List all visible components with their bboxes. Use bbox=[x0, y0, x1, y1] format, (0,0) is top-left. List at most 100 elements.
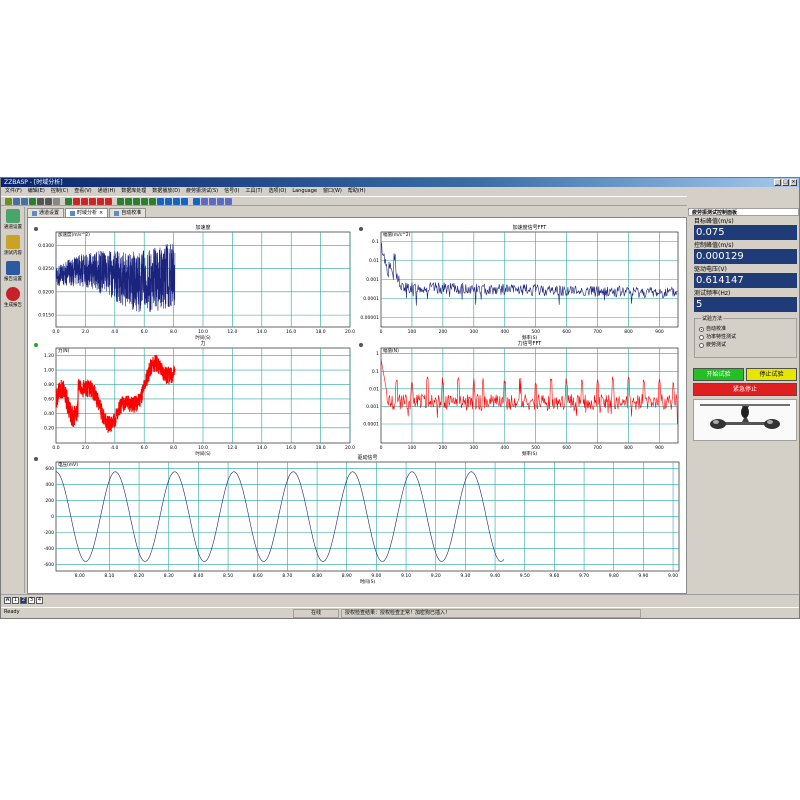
tab-channel-settings[interactable]: 通道设置 bbox=[27, 208, 65, 217]
x-tick-label: 6.0 bbox=[141, 329, 148, 335]
accel-fft-chart: 加速度信号FFT 幅值(m/s^2) 频率(S) 0 100 200 300 400 500 60… bbox=[359, 224, 679, 341]
toolbar-button[interactable] bbox=[97, 197, 104, 205]
accel-chart: 加速度加速度(m/s^2)时间(S)0.0 2.0 4.0 6.0 8.0 10.0 12.… bbox=[34, 224, 355, 341]
toolbar-button[interactable] bbox=[21, 197, 28, 205]
application-window: ZZBASP - [时域分析] _ □ × 文件(F) 编辑(E) 控制(C) … bbox=[0, 177, 800, 619]
toolbar-button[interactable] bbox=[65, 197, 72, 205]
method-fatigue-test-radio[interactable]: 疲劳测试 bbox=[695, 341, 796, 349]
toolbar-button[interactable] bbox=[37, 197, 44, 205]
toolbar-button[interactable] bbox=[117, 197, 124, 205]
x-tick-label: 8.30 bbox=[164, 573, 174, 579]
menu-item-tools[interactable]: 工具(T) bbox=[246, 187, 263, 196]
toolbar-button[interactable] bbox=[225, 197, 232, 205]
x-tick-label: 9.80 bbox=[609, 573, 619, 579]
toolbar-button[interactable] bbox=[173, 197, 180, 205]
tab-icon bbox=[32, 210, 37, 216]
toolbar-button[interactable] bbox=[5, 197, 12, 205]
x-tick-label: 8.60 bbox=[253, 573, 263, 579]
method-power-characteristic-radio[interactable]: 功率特性测试 bbox=[695, 333, 796, 341]
menu-item-signal[interactable]: 信号(I) bbox=[224, 187, 239, 196]
toolbar-button[interactable] bbox=[165, 197, 172, 205]
tab-time-domain[interactable]: 时域分析 × bbox=[65, 208, 109, 217]
x-tick-label: 14.0 bbox=[257, 329, 267, 335]
test-content-button[interactable]: 测试内容 bbox=[2, 235, 24, 259]
x-tick-label: 18.0 bbox=[316, 329, 326, 335]
page-tab-3[interactable]: 3 bbox=[28, 597, 35, 604]
channel-settings-button[interactable]: 通道设置 bbox=[2, 209, 24, 233]
y-tick-label: 0.0001 bbox=[363, 296, 379, 302]
test-frequency-value[interactable]: 5 bbox=[694, 297, 797, 312]
y-tick-label: 0.001 bbox=[366, 277, 379, 283]
x-tick-label: 9.60 bbox=[549, 573, 559, 579]
page-tab-4[interactable]: 4 bbox=[36, 597, 43, 604]
restore-button[interactable]: □ bbox=[782, 179, 789, 186]
x-tick-label: 6.0 bbox=[141, 445, 148, 451]
status-message: 授权检查结果：授权检查正常！加密狗已插入！ bbox=[341, 608, 641, 618]
menu-item-language[interactable]: Language bbox=[292, 187, 317, 196]
toolbar-button[interactable] bbox=[133, 197, 140, 205]
charts-canvas: 加速度加速度(m/s^2)时间(S)0.0 2.0 4.0 6.0 8.0 10.0 12.… bbox=[34, 224, 680, 585]
page-tab-1[interactable]: 1 bbox=[12, 597, 19, 604]
menu-item-database[interactable]: 数据库处理 bbox=[121, 187, 146, 196]
test-content-label: 测试内容 bbox=[4, 251, 22, 256]
toolbar-button[interactable] bbox=[105, 197, 112, 205]
y-tick-label: -400 bbox=[44, 546, 54, 552]
x-tick-label: 100 bbox=[408, 445, 417, 451]
menu-item-options[interactable]: 选项(O) bbox=[268, 187, 286, 196]
toolbar-button[interactable] bbox=[13, 197, 20, 205]
menu-item-help[interactable]: 帮助(H) bbox=[348, 187, 366, 196]
y-tick-label: 0 bbox=[51, 514, 54, 520]
toolbar-button[interactable] bbox=[73, 197, 80, 205]
generate-report-button[interactable]: 生成报告 bbox=[2, 287, 24, 311]
x-axis-label: 时间(S) bbox=[195, 450, 211, 457]
x-tick-label: 400 bbox=[500, 329, 509, 335]
tab-auto-calibration[interactable]: 自动校准 bbox=[109, 208, 147, 217]
menu-item-window[interactable]: 窗口(W) bbox=[323, 187, 342, 196]
minimize-button[interactable]: _ bbox=[774, 179, 781, 186]
x-tick-label: 400 bbox=[500, 445, 509, 451]
toolbar-button[interactable] bbox=[45, 197, 52, 205]
method-auto-calibration-radio[interactable]: 自动校准 bbox=[695, 325, 796, 333]
menu-item-view[interactable]: 查看(V) bbox=[74, 187, 91, 196]
toolbar-button[interactable] bbox=[141, 197, 148, 205]
target-peak-value[interactable]: 0.075 bbox=[694, 225, 797, 240]
toolbar-button[interactable] bbox=[217, 197, 224, 205]
report-settings-button[interactable]: 报告设置 bbox=[2, 261, 24, 285]
toolbar-button[interactable] bbox=[149, 197, 156, 205]
menu-item-channel[interactable]: 通道(H) bbox=[98, 187, 116, 196]
page-tab-a[interactable]: A bbox=[4, 597, 11, 604]
toolbar-button[interactable] bbox=[157, 197, 164, 205]
x-tick-label: 900 bbox=[655, 329, 664, 335]
report-settings-label: 报告设置 bbox=[4, 277, 22, 282]
toolbar-button[interactable] bbox=[29, 197, 36, 205]
toolbar-button[interactable] bbox=[209, 197, 216, 205]
y-tick-label: 0.80 bbox=[44, 382, 54, 388]
method-label: 自动校准 bbox=[706, 326, 727, 332]
chart-title: 力信号FFT bbox=[518, 340, 543, 347]
emergency-stop-button[interactable]: 紧急停止 bbox=[693, 383, 797, 396]
x-tick-label: 9.10 bbox=[401, 573, 411, 579]
menu-item-edit[interactable]: 编辑(E) bbox=[28, 187, 45, 196]
close-button[interactable]: × bbox=[790, 179, 797, 186]
start-test-button[interactable]: 开始试验 bbox=[693, 368, 744, 381]
toolbar-button[interactable] bbox=[89, 197, 96, 205]
menu-item-file[interactable]: 文件(F) bbox=[5, 187, 22, 196]
toolbar-button[interactable] bbox=[53, 197, 60, 205]
toolbar-button[interactable] bbox=[81, 197, 88, 205]
menu-item-playback[interactable]: 数据播放(D) bbox=[152, 187, 180, 196]
y-tick-label: 0.0200 bbox=[38, 289, 54, 295]
toolbar-button[interactable] bbox=[193, 197, 200, 205]
toolbar-button[interactable] bbox=[201, 197, 208, 205]
toolbar-button[interactable] bbox=[125, 197, 132, 205]
menu-item-control[interactable]: 控制(C) bbox=[51, 187, 68, 196]
toolbar-button[interactable] bbox=[181, 197, 188, 205]
x-tick-label: 800 bbox=[624, 329, 633, 335]
y-tick-label: 1 bbox=[376, 351, 379, 357]
side-panel-title: 疲劳振测试控制面板 bbox=[688, 208, 799, 216]
stop-test-button[interactable]: 停止试验 bbox=[746, 368, 797, 381]
y-tick-label: 0.00001 bbox=[360, 315, 379, 321]
x-tick-label: 18.0 bbox=[316, 445, 326, 451]
page-tab-2[interactable]: 2 bbox=[20, 597, 27, 604]
y-axis-label: 电压(mV) bbox=[58, 461, 78, 468]
menu-item-fatigue-test[interactable]: 疲劳振测试(S) bbox=[186, 187, 218, 196]
